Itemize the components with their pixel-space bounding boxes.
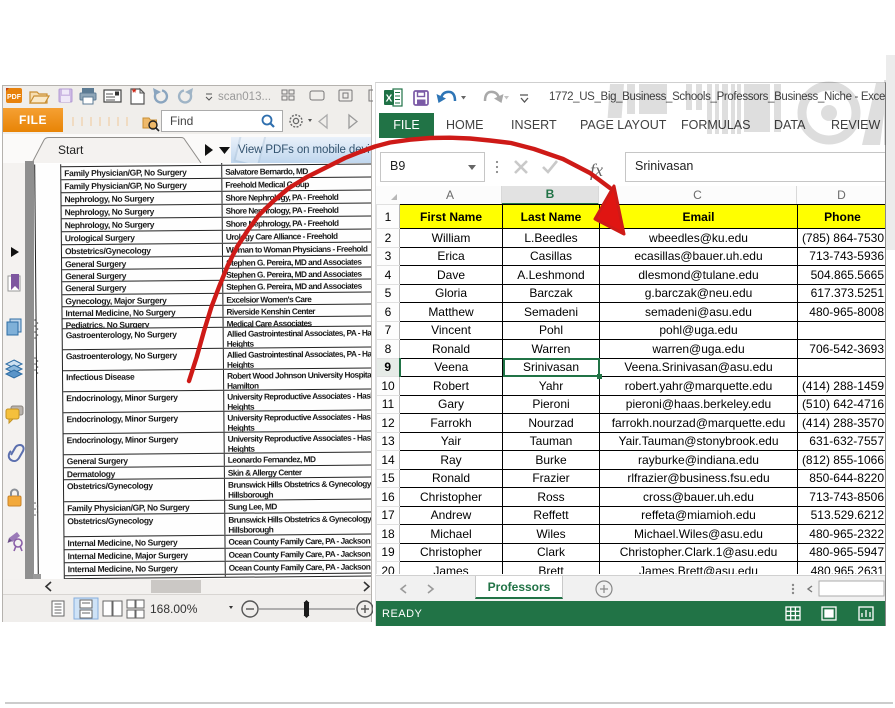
svg-text:PDF: PDF xyxy=(7,94,22,101)
svg-text:scan013...: scan013... xyxy=(218,91,271,103)
svg-text:*: * xyxy=(132,87,137,99)
svg-text:fx: fx xyxy=(590,160,603,180)
svg-text:X: X xyxy=(386,94,393,105)
